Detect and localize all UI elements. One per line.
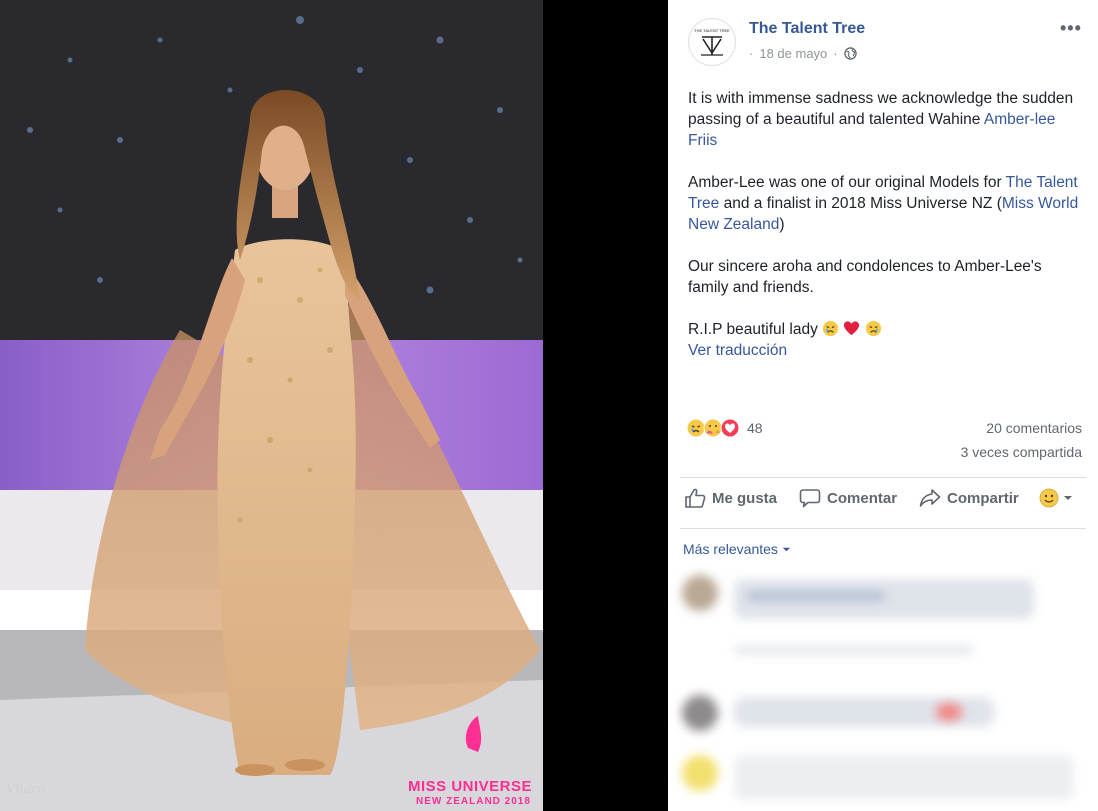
comment-sort-label: Más relevantes — [683, 541, 778, 557]
post-text: It is with immense sadness we acknowledg… — [688, 88, 1083, 361]
avatar — [682, 755, 718, 791]
comment-sort-dropdown[interactable]: Más relevantes — [683, 541, 791, 557]
love-reaction-icon — [720, 418, 740, 438]
post-paragraph: R.I.P beautiful lady — [688, 319, 1083, 340]
photo-illustration — [0, 0, 543, 811]
post-side-panel: THE TALENT TREE The Talent Tree · 18 de … — [668, 0, 1098, 811]
post-paragraph: Our sincere aroha and condolences to Amb… — [688, 258, 1042, 296]
comment-icon — [799, 489, 821, 508]
avatar — [682, 575, 718, 611]
divider — [680, 477, 1086, 478]
share-icon — [919, 489, 941, 507]
talent-tree-logo-icon: THE TALENT TREE — [694, 28, 730, 56]
blurred-comments-section — [676, 565, 1098, 811]
like-label: Me gusta — [712, 489, 778, 507]
comments-count-link[interactable]: 20 comentarios — [986, 420, 1082, 436]
chevron-down-icon — [1063, 496, 1072, 500]
sad-emoji-icon — [865, 320, 881, 337]
facebook-photo-viewer: Vilaro MISS UNIVERSE NEW ZEALAND 2018 TH… — [0, 0, 1098, 811]
chevron-down-icon — [782, 547, 791, 551]
avatar-text: THE TALENT TREE — [694, 28, 730, 33]
avatar — [682, 695, 718, 731]
like-button[interactable]: Me gusta — [684, 488, 777, 508]
comment-author — [746, 591, 886, 601]
post-photo[interactable]: Vilaro MISS UNIVERSE NEW ZEALAND 2018 — [0, 0, 543, 811]
globe-icon[interactable] — [843, 47, 857, 60]
photographer-signature: Vilaro — [6, 782, 46, 797]
comment-meta — [734, 645, 974, 655]
page-avatar[interactable]: THE TALENT TREE — [688, 18, 736, 66]
post-actions-bar: Me gusta Comentar Compartir — [684, 488, 1095, 508]
shares-count-link[interactable]: 3 veces compartida — [961, 444, 1082, 460]
comment-label: Comentar — [827, 489, 898, 507]
dot-separator: · — [833, 46, 838, 61]
watermark-subtitle: NEW ZEALAND 2018 — [416, 796, 531, 807]
reaction-summary[interactable]: 48 — [686, 418, 763, 438]
post-date-link[interactable]: 18 de mayo — [759, 46, 827, 61]
comment-button[interactable]: Comentar — [799, 488, 897, 508]
divider — [680, 528, 1086, 529]
post-paragraph: Amber-Lee was one of our original Models… — [688, 174, 1079, 233]
emoji — [936, 703, 962, 721]
sad-emoji-icon — [823, 320, 839, 337]
see-translation-link[interactable]: Ver traducción — [688, 340, 1083, 361]
like-icon — [685, 488, 706, 508]
share-label: Compartir — [947, 489, 1019, 507]
reaction-count[interactable]: 48 — [747, 420, 763, 436]
post-paragraph: It is with immense sadness we acknowledg… — [688, 90, 1074, 149]
photo-stage: Vilaro MISS UNIVERSE NEW ZEALAND 2018 — [0, 0, 668, 811]
watermark-title: MISS UNIVERSE — [408, 778, 533, 795]
page-name-link[interactable]: The Talent Tree — [749, 20, 865, 38]
more-options-icon[interactable]: ••• — [1060, 18, 1082, 39]
share-button[interactable]: Compartir — [919, 488, 1019, 508]
heart-emoji-icon — [844, 321, 860, 336]
reaction-picker-button[interactable] — [1039, 488, 1073, 508]
dot-separator: · — [749, 46, 754, 61]
smiley-icon — [1039, 488, 1059, 508]
post-meta: · 18 de mayo · — [749, 46, 857, 61]
comment-input — [734, 755, 1074, 799]
